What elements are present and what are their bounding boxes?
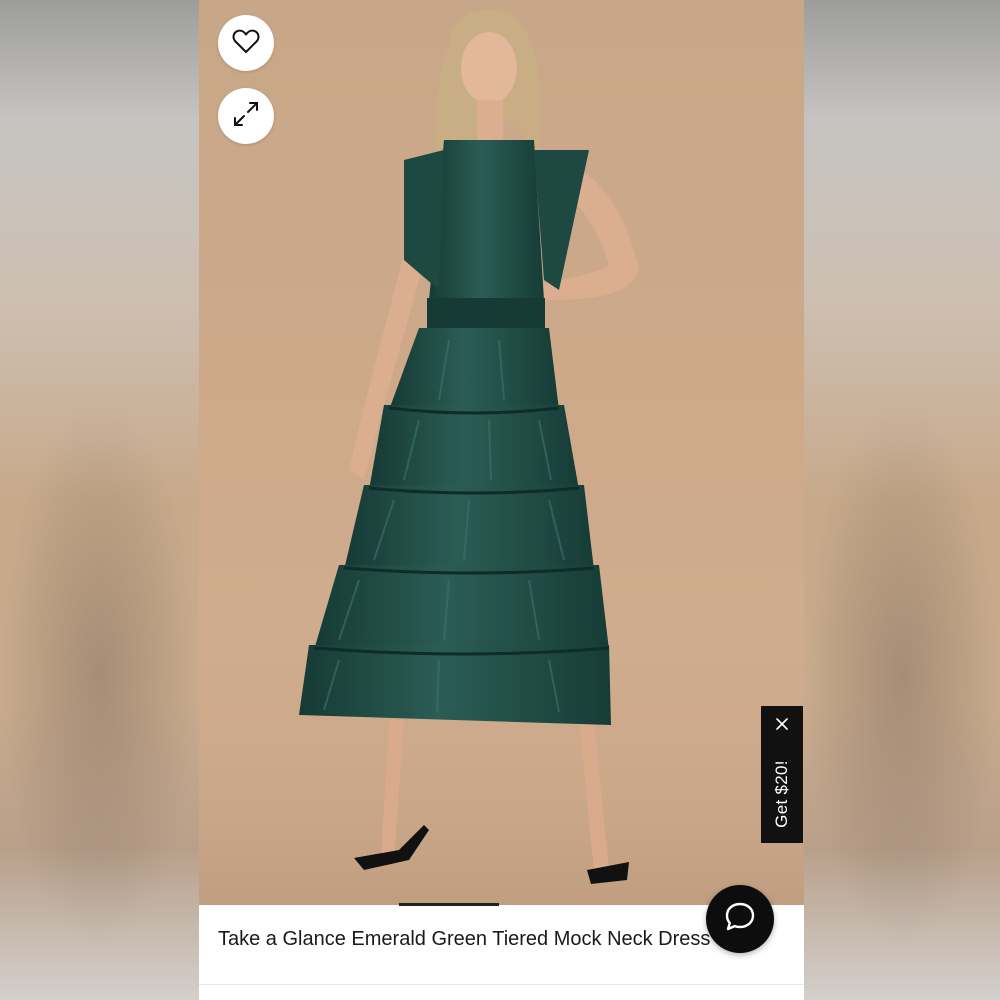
product-title: Take a Glance Emerald Green Tiered Mock … bbox=[218, 928, 711, 950]
blurred-backdrop-right bbox=[804, 0, 1000, 1000]
promo-close-button[interactable] bbox=[761, 714, 803, 738]
chat-button[interactable] bbox=[706, 885, 774, 953]
promo-label[interactable]: Get $20! bbox=[772, 760, 792, 828]
blurred-backdrop-left bbox=[0, 0, 199, 1000]
heart-icon bbox=[232, 28, 260, 59]
favorite-button[interactable] bbox=[218, 15, 274, 71]
promo-tab[interactable]: Get $20! bbox=[761, 706, 803, 843]
close-icon bbox=[775, 717, 789, 736]
chat-bubble-icon bbox=[723, 900, 757, 939]
expand-icon bbox=[232, 100, 260, 133]
product-screen: Get $20! Take a Glance Emerald Green Tie… bbox=[199, 0, 804, 1000]
product-image[interactable] bbox=[199, 0, 804, 905]
divider bbox=[199, 984, 804, 985]
model-illustration bbox=[199, 9, 804, 905]
expand-image-button[interactable] bbox=[218, 88, 274, 144]
